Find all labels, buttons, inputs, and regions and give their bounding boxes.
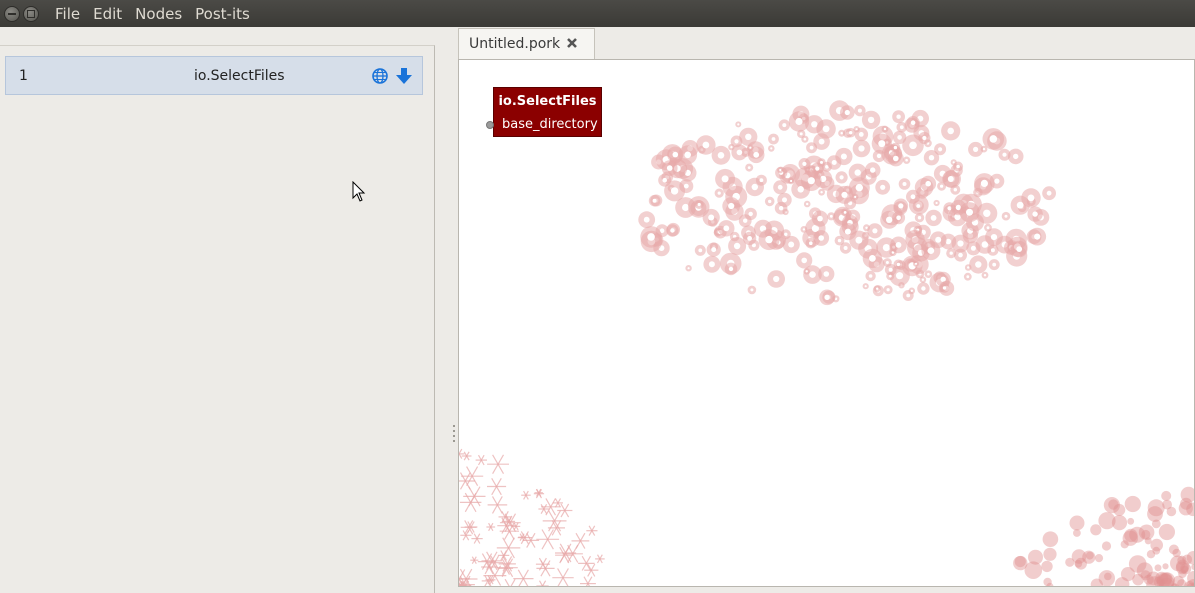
node-row-name: io.SelectFiles <box>194 68 285 84</box>
menu-items: File Edit Nodes Post-its <box>54 5 262 23</box>
menu-postits[interactable]: Post-its <box>194 5 251 23</box>
menubar: File Edit Nodes Post-its <box>0 0 1195 27</box>
menu-file[interactable]: File <box>54 5 81 23</box>
menu-edit[interactable]: Edit <box>92 5 123 23</box>
menu-nodes[interactable]: Nodes <box>134 5 183 23</box>
node-list-panel: 1 io.SelectFiles <box>0 45 435 593</box>
node-row-index: 1 <box>19 68 28 84</box>
node-list-row[interactable]: 1 io.SelectFiles <box>5 56 423 95</box>
tab-label: Untitled.pork <box>469 36 561 52</box>
mouse-cursor-icon <box>352 181 366 202</box>
globe-icon[interactable] <box>372 68 388 84</box>
node-canvas[interactable]: io.SelectFiles base_directory <box>458 59 1195 587</box>
splitter-handle[interactable] <box>453 425 456 445</box>
brain-watermark <box>459 100 1194 586</box>
node-title: io.SelectFiles <box>498 94 597 109</box>
tab-untitled[interactable]: Untitled.pork <box>458 28 595 59</box>
download-icon[interactable] <box>395 67 413 85</box>
close-icon[interactable] <box>566 37 578 49</box>
node-port-label: base_directory <box>502 117 598 132</box>
node-io-selectfiles[interactable]: io.SelectFiles base_directory <box>493 87 602 137</box>
window-close-button[interactable] <box>4 5 20 22</box>
input-port[interactable] <box>486 121 494 129</box>
window-maximize-button[interactable] <box>23 5 39 22</box>
